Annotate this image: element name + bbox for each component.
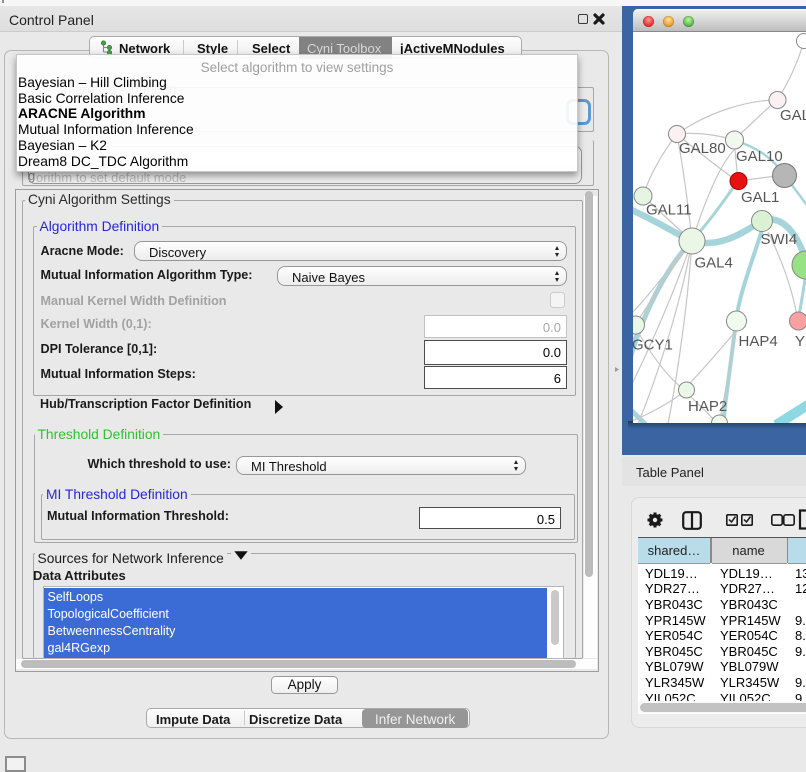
- svg-text:HAP2: HAP2: [688, 398, 727, 415]
- svg-text:GAL1: GAL1: [741, 189, 779, 206]
- svg-text:GAL80: GAL80: [679, 140, 726, 157]
- svg-text:GAL11: GAL11: [646, 202, 692, 219]
- svg-text:Y: Y: [795, 333, 805, 350]
- svg-text:GCY1: GCY1: [633, 337, 673, 354]
- svg-text:SWI4: SWI4: [761, 231, 798, 248]
- svg-text:GAL7: GAL7: [780, 107, 806, 124]
- svg-text:HAP4: HAP4: [739, 333, 778, 350]
- svg-text:GAL4: GAL4: [695, 255, 733, 272]
- svg-text:GAL10: GAL10: [736, 148, 783, 165]
